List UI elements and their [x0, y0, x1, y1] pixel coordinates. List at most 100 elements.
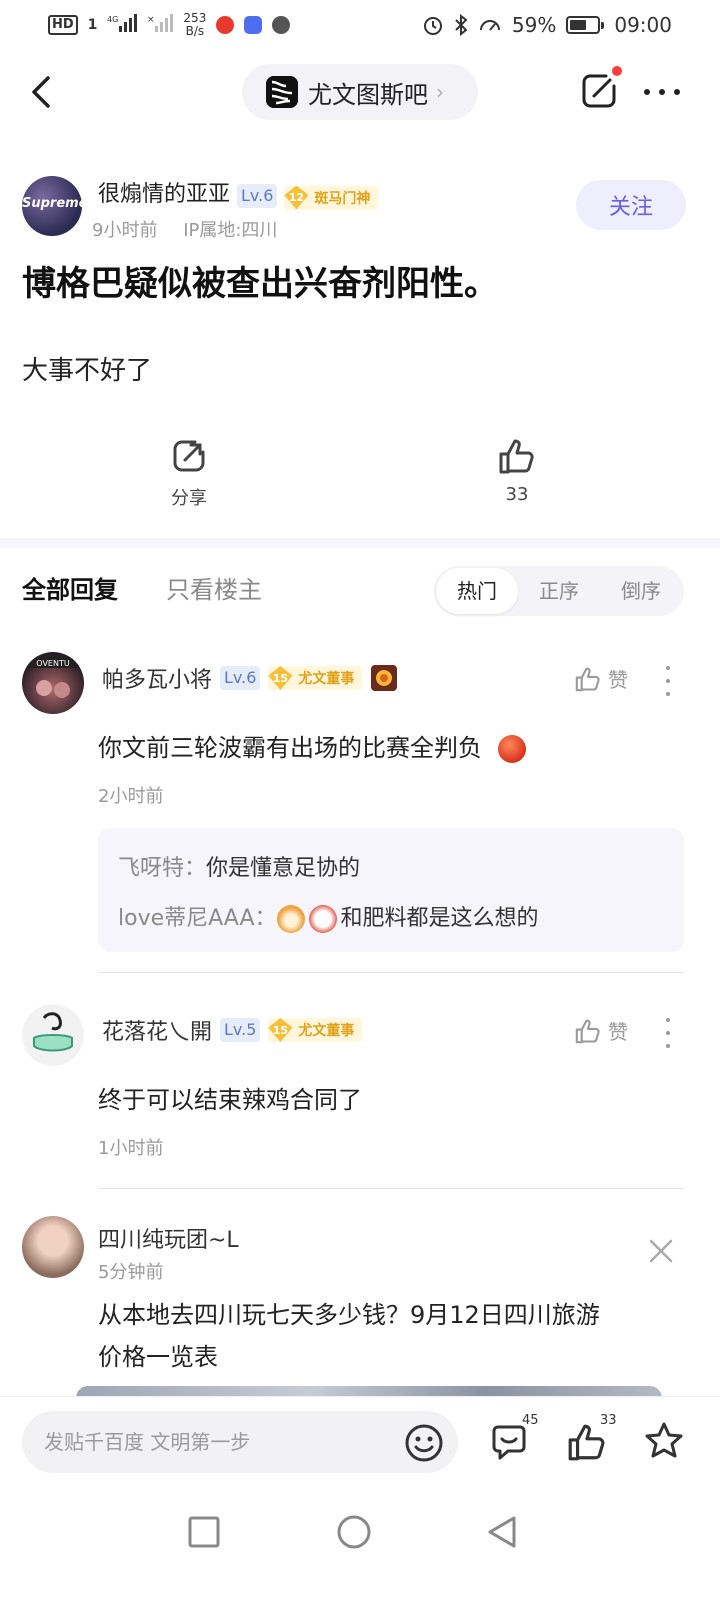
status-right: 59% 09:00: [422, 13, 672, 37]
clock: 09:00: [614, 13, 672, 37]
like-count: 33: [600, 1413, 617, 1428]
comment-like-button[interactable]: 赞: [574, 664, 628, 693]
post-actions: 分享 33: [0, 436, 720, 516]
comment-text-content: 你文前三轮波霸有出场的比赛全判负: [98, 734, 482, 762]
forum-name: 尤文图斯吧: [308, 80, 428, 109]
speed-unit: B/s: [185, 24, 205, 38]
comment-count: 45: [522, 1413, 539, 1428]
comment: 花落花乀開 Lv.5 15 尤文董事 赞 终于可以结束辣鸡合同了 1小时前: [22, 1004, 702, 1194]
hd-indicator: HD: [48, 15, 78, 35]
sub-reply-user[interactable]: love蒂尼AAA：: [118, 906, 277, 931]
comment-button[interactable]: 45: [488, 1413, 539, 1467]
recents-icon[interactable]: [184, 1512, 224, 1552]
battery-icon: [566, 16, 605, 34]
more-button[interactable]: [640, 72, 684, 112]
svg-text:4G: 4G: [107, 15, 118, 24]
author-avatar[interactable]: Supreme: [22, 176, 82, 236]
reply-input-pill[interactable]: [22, 1411, 458, 1473]
comment-more-button[interactable]: [664, 666, 672, 696]
level-badge: Lv.6: [237, 184, 278, 208]
forum-link[interactable]: 尤文图斯吧 ›: [242, 64, 478, 120]
comment-avatar[interactable]: [22, 1216, 84, 1278]
badge-gem-icon: 15: [268, 1018, 293, 1042]
tab-op-only[interactable]: 只看楼主: [166, 570, 262, 605]
comment-username[interactable]: 帕多瓦小将: [102, 662, 212, 694]
like-count: 33: [505, 484, 529, 505]
comment-username[interactable]: 花落花乀開: [102, 1014, 212, 1046]
sub-reply-text: 和肥料都是这么想的: [340, 906, 539, 931]
comment-text-line: 从本地去四川玩七天多少钱？9月12日四川旅游: [98, 1301, 600, 1329]
back-arrow-icon: [32, 76, 50, 108]
comment-avatar[interactable]: [22, 1004, 84, 1066]
sub-reply: 飞呀特：你是懂意足协的: [118, 844, 664, 894]
top-bar: 尤文图斯吧 ›: [0, 58, 720, 124]
comment-like-button[interactable]: 赞: [574, 1016, 628, 1045]
alarm-icon: [423, 17, 442, 35]
post-title: 博格巴疑似被查出兴奋剂阳性。: [22, 264, 498, 304]
author-name[interactable]: 很煽情的亚亚: [98, 182, 230, 207]
comment-divider: [98, 972, 684, 973]
level-badge: Lv.6: [220, 666, 261, 690]
sort-segment: 热门 正序 倒序: [434, 566, 684, 616]
promoted-comment: 四川纯玩团~L 5分钟前 从本地去四川玩七天多少钱？9月12日四川旅游 价格一览…: [22, 1216, 702, 1386]
comment-time: 5分钟前: [98, 1262, 164, 1283]
wechat-icon: [272, 16, 291, 34]
sort-desc[interactable]: 倒序: [600, 568, 682, 614]
forum-logo: [266, 76, 298, 108]
post-author: Supreme 很煽情的亚亚 Lv.6 12 斑马门神 9小时前 IP属地:四川…: [22, 176, 702, 242]
comment-text: 从本地去四川玩七天多少钱？9月12日四川旅游 价格一览表: [98, 1294, 698, 1378]
comment-username[interactable]: 四川纯玩团~L: [98, 1222, 239, 1254]
comment-divider: [98, 1188, 684, 1189]
network-speed: 253 B/s: [183, 12, 206, 38]
comment-time: 1小时前: [98, 1138, 164, 1159]
follow-button[interactable]: 关注: [576, 180, 686, 230]
status-left: HD 1 4G × 253 B/s: [48, 12, 291, 38]
bottom-bar: 45 33: [0, 1396, 720, 1486]
post-body: 大事不好了: [22, 356, 153, 386]
sub-reply: love蒂尼AAA： 和肥料都是这么想的: [118, 894, 664, 944]
comment-avatar[interactable]: OVENTU: [22, 652, 84, 714]
svg-text:×: ×: [147, 15, 155, 25]
data-saver-icon: [479, 20, 500, 31]
sub-reply-user[interactable]: 飞呀特：: [118, 856, 206, 881]
comment-user-row: 帕多瓦小将 Lv.6 15 尤文董事: [102, 662, 398, 694]
back-nav-icon[interactable]: [482, 1512, 522, 1552]
dot-icon: [659, 89, 665, 95]
favorite-button[interactable]: [642, 1417, 692, 1467]
back-button[interactable]: [22, 70, 66, 114]
share-button[interactable]: 分享: [144, 436, 234, 510]
comment-text-line: 价格一览表: [98, 1343, 218, 1371]
author-meta: 9小时前 IP属地:四川: [92, 216, 277, 242]
title-badge: 15 尤文董事: [268, 1018, 363, 1042]
sort-asc[interactable]: 正序: [518, 568, 600, 614]
speed-value: 253: [183, 11, 207, 25]
reply-input[interactable]: [44, 1430, 404, 1454]
close-icon[interactable]: [648, 1238, 674, 1264]
reply-tabs: 全部回复 只看楼主 热门 正序 倒序: [22, 566, 702, 616]
title-badge: 12 斑马门神: [284, 185, 379, 210]
sort-hot[interactable]: 热门: [436, 568, 518, 614]
dot-icon: [644, 89, 650, 95]
thumbs-up-icon: [575, 666, 600, 691]
sub-replies[interactable]: 飞呀特：你是懂意足协的 love蒂尼AAA： 和肥料都是这么想的: [98, 828, 684, 952]
medal-icon: [371, 665, 398, 691]
avatar-text: Supreme: [22, 196, 82, 211]
home-icon[interactable]: [334, 1512, 374, 1552]
emoji-icon[interactable]: [404, 1423, 444, 1463]
ip-location: IP属地:四川: [183, 220, 278, 241]
badge-title: 尤文董事: [298, 671, 355, 687]
bottom-like-button[interactable]: 33: [566, 1413, 617, 1467]
badge-gem-icon: 12: [284, 185, 309, 210]
sim-indicator: 1: [87, 17, 98, 33]
comment-more-button[interactable]: [664, 1018, 672, 1048]
thumbs-up-icon: [575, 1018, 600, 1043]
badge-title: 尤文董事: [298, 1023, 355, 1039]
like-button[interactable]: 33: [472, 436, 562, 505]
chevron-right-icon: ›: [436, 80, 444, 104]
post-time: 9小时前: [92, 220, 158, 241]
status-bar: HD 1 4G × 253 B/s 59% 09:00: [0, 0, 720, 50]
comment-text: 你文前三轮波霸有出场的比赛全判负: [98, 728, 698, 763]
tab-all-replies[interactable]: 全部回复: [22, 570, 118, 605]
comment-user-row: 四川纯玩团~L: [98, 1222, 239, 1254]
badge-title: 斑马门神: [314, 190, 371, 207]
